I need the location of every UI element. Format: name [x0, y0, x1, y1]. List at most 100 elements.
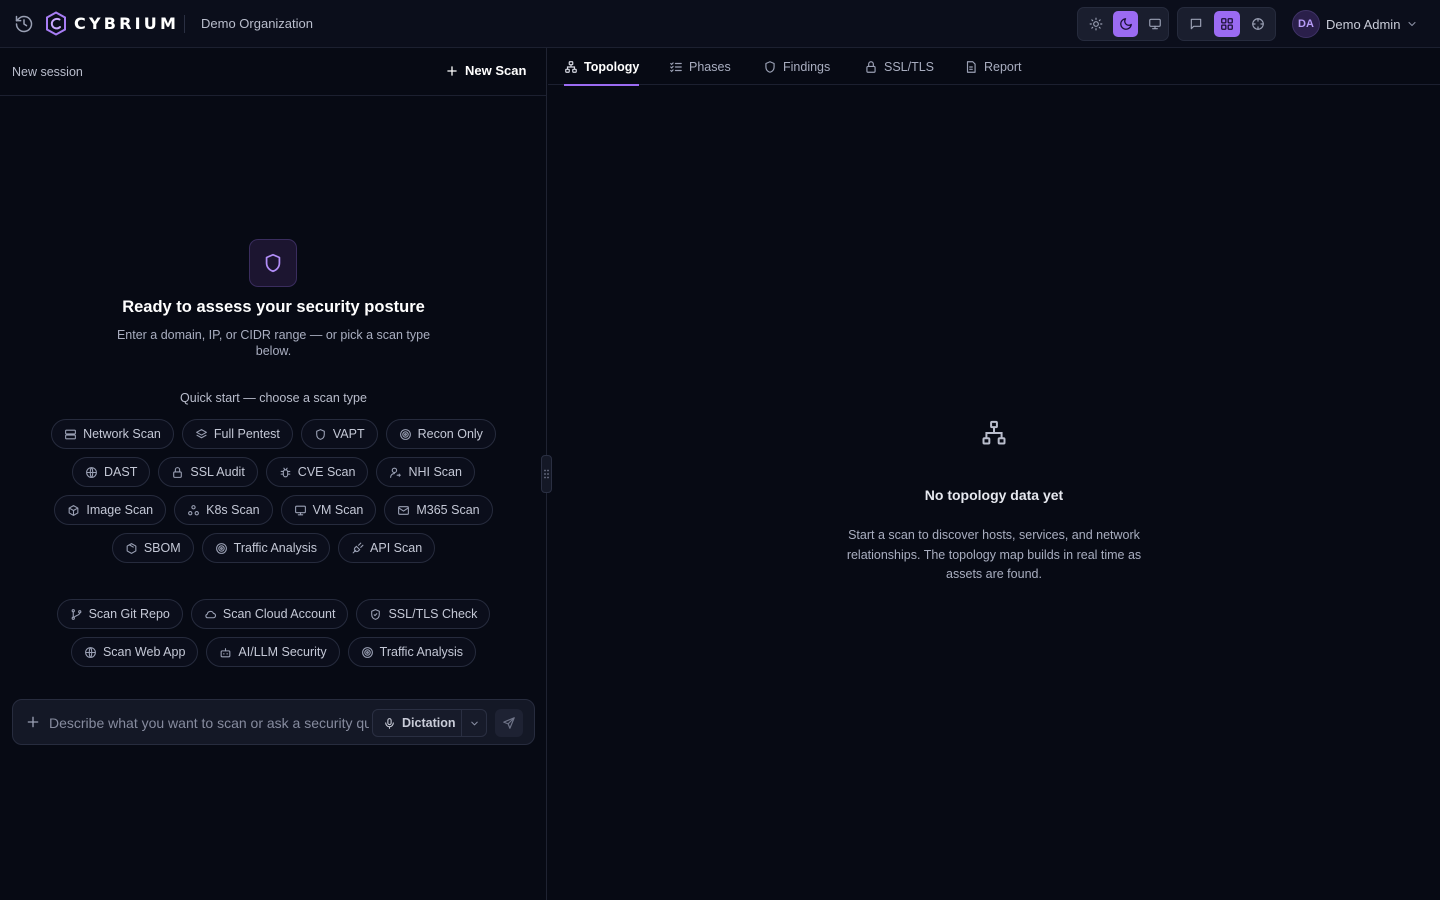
empty-state-title: No topology data yet — [924, 487, 1064, 503]
globe-icon — [85, 466, 98, 479]
chip-traffic-analysis[interactable]: Traffic Analysis — [201, 533, 331, 563]
chip-dast[interactable]: DAST — [72, 457, 151, 487]
chat-composer: Dictation — [12, 699, 535, 745]
user-name: Demo Admin — [1326, 16, 1401, 32]
chip-ssl-tls-check[interactable]: SSL/TLS Check — [356, 599, 491, 629]
chip-label: VM Scan — [312, 503, 364, 517]
chip-label: Network Scan — [83, 427, 161, 441]
lock-icon — [864, 60, 878, 74]
scan-type-row: DAST SSL Audit CVE Scan NHI Scan — [0, 457, 547, 487]
chat-input[interactable] — [49, 711, 369, 735]
new-scan-button[interactable]: New Scan — [445, 63, 526, 78]
chip-image-scan[interactable]: Image Scan — [54, 495, 167, 525]
quick-start-label: Quick start — choose a scan type — [180, 391, 367, 405]
chip-nhi-scan[interactable]: NHI Scan — [376, 457, 475, 487]
chip-label: NHI Scan — [408, 465, 462, 479]
chat-icon[interactable] — [1183, 11, 1209, 37]
crosshair-icon[interactable] — [1245, 11, 1271, 37]
topology-icon — [564, 60, 578, 74]
dictation-button[interactable]: Dictation — [373, 710, 461, 736]
chip-recon-only[interactable]: Recon Only — [385, 419, 496, 449]
app-logo[interactable]: CYBRIUM — [45, 11, 179, 36]
hero-title: Ready to assess your security posture — [122, 298, 425, 316]
chevron-down-icon[interactable] — [462, 718, 486, 729]
user-menu[interactable]: DA Demo Admin — [1292, 10, 1418, 38]
layers-icon — [195, 428, 208, 441]
monitor-icon[interactable] — [1142, 11, 1168, 37]
chip-label: Scan Web App — [102, 645, 186, 659]
logo-text: CYBRIUM — [74, 14, 180, 33]
chip-ssl-audit[interactable]: SSL Audit — [158, 457, 258, 487]
chip-label: Scan Cloud Account — [222, 607, 336, 621]
hero-subtitle: Enter a domain, IP, or CIDR range — or p… — [116, 328, 431, 358]
chip-m365-scan[interactable]: M365 Scan — [384, 495, 493, 525]
chip-vm-scan[interactable]: VM Scan — [280, 495, 377, 525]
tab-report[interactable]: Report — [964, 48, 1022, 85]
chip-label: AI/LLM Security — [238, 645, 327, 659]
chip-traffic-analysis-suggestion[interactable]: Traffic Analysis — [347, 637, 477, 667]
tab-findings[interactable]: Findings — [763, 48, 830, 85]
plug-icon — [351, 542, 364, 555]
chip-network-scan[interactable]: Network Scan — [51, 419, 174, 449]
mail-icon — [397, 504, 410, 517]
server-icon — [64, 428, 77, 441]
list-checks-icon — [669, 60, 683, 74]
grid-icon[interactable] — [1214, 11, 1240, 37]
chip-label: SBOM — [143, 541, 181, 555]
scan-type-row: Network Scan Full Pentest VAPT Recon Onl… — [0, 419, 547, 449]
tab-ssl-tls[interactable]: SSL/TLS — [864, 48, 934, 85]
bug-icon — [279, 466, 292, 479]
chip-label: SSL Audit — [190, 465, 245, 479]
cloud-icon — [204, 608, 217, 621]
scan-type-row: SBOM Traffic Analysis API Scan — [0, 533, 547, 563]
chip-ai-llm-security[interactable]: AI/LLM Security — [206, 637, 340, 667]
empty-state-text: Start a scan to discover hosts, services… — [846, 528, 1142, 581]
chip-cve-scan[interactable]: CVE Scan — [265, 457, 369, 487]
radar-icon — [399, 428, 412, 441]
chip-scan-cloud-account[interactable]: Scan Cloud Account — [190, 599, 349, 629]
scan-type-row: Image Scan K8s Scan VM Scan M365 Scan — [0, 495, 547, 525]
dictation-control: Dictation — [372, 709, 487, 737]
sun-icon[interactable] — [1083, 11, 1109, 37]
tab-phases[interactable]: Phases — [669, 48, 731, 85]
session-bar: New session New Scan — [0, 48, 546, 96]
chip-label: API Scan — [370, 541, 423, 555]
history-icon[interactable] — [14, 14, 34, 34]
shield-icon — [249, 239, 297, 287]
chip-label: SSL/TLS Check — [388, 607, 478, 621]
chip-label: M365 Scan — [416, 503, 480, 517]
tab-label: SSL/TLS — [884, 59, 935, 74]
tab-label: Report — [984, 59, 1022, 74]
shield-icon — [369, 608, 382, 621]
chip-vapt[interactable]: VAPT — [300, 419, 378, 449]
bot-icon — [219, 646, 232, 659]
theme-switcher — [1077, 7, 1169, 41]
dictation-label: Dictation — [402, 716, 456, 730]
organization-name[interactable]: Demo Organization — [201, 16, 313, 31]
chip-sbom[interactable]: SBOM — [111, 533, 194, 563]
chip-label: Full Pentest — [213, 427, 280, 441]
chip-label: Image Scan — [86, 503, 154, 517]
radar-icon — [361, 646, 374, 659]
shield-icon — [763, 60, 777, 74]
chip-scan-git-repo[interactable]: Scan Git Repo — [56, 599, 183, 629]
suggestion-row: Scan Git Repo Scan Cloud Account SSL/TLS… — [0, 599, 547, 629]
tab-topology[interactable]: Topology — [564, 48, 640, 86]
attach-plus-icon[interactable] — [25, 714, 41, 730]
plus-icon — [445, 64, 459, 78]
chip-label: Scan Git Repo — [88, 607, 170, 621]
chip-label: DAST — [104, 465, 138, 479]
box-icon — [67, 504, 80, 517]
chip-api-scan[interactable]: API Scan — [338, 533, 436, 563]
tab-label: Findings — [783, 59, 831, 74]
chip-k8s-scan[interactable]: K8s Scan — [174, 495, 273, 525]
chip-scan-web-app[interactable]: Scan Web App — [70, 637, 199, 667]
send-icon[interactable] — [495, 709, 523, 737]
chip-label: Traffic Analysis — [379, 645, 464, 659]
chip-label: K8s Scan — [206, 503, 260, 517]
new-scan-label: New Scan — [465, 63, 527, 78]
radar-icon — [215, 542, 228, 555]
moon-icon[interactable] — [1112, 11, 1139, 37]
tab-label: Phases — [689, 59, 731, 74]
chip-full-pentest[interactable]: Full Pentest — [181, 419, 293, 449]
